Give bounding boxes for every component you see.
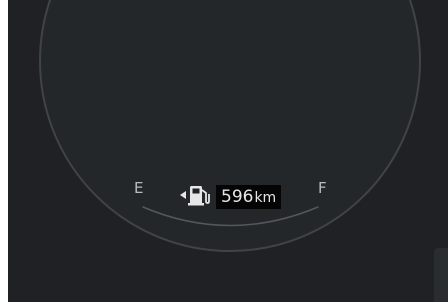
left-arrow-icon [180, 191, 186, 199]
fuel-gauge-arc [142, 206, 319, 227]
fuel-full-label: F [318, 179, 327, 197]
range-unit: km [254, 190, 277, 206]
range-value: 596 [221, 187, 254, 207]
side-panel-tab [434, 248, 448, 302]
instrument-cluster-screen: E F 596km [8, 0, 448, 302]
fuel-pump-icon [180, 186, 210, 206]
fuel-empty-label: E [134, 179, 144, 197]
range-readout: 596km [216, 185, 282, 209]
